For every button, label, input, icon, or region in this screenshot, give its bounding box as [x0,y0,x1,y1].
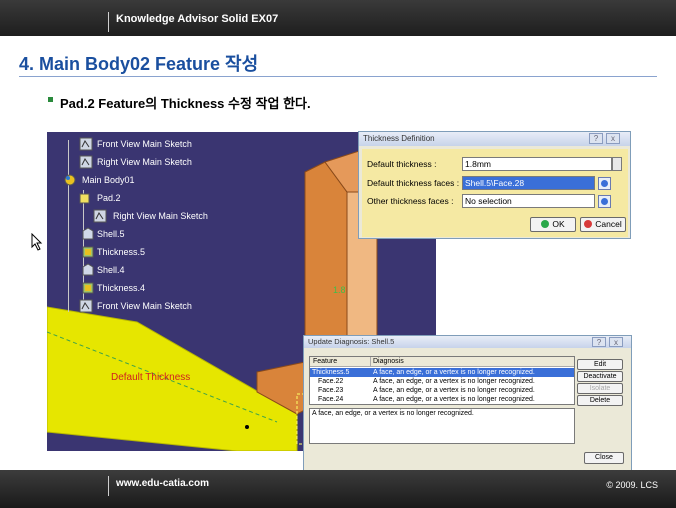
dimension-label: 1.8 [333,285,346,295]
header-bar: Knowledge Advisor Solid EX07 [0,0,676,36]
bullet-text: Pad.2 Feature의 Thickness 수정 작업 한다. [60,96,311,111]
close-dialog-button[interactable]: Close [584,452,624,464]
dialog-titlebar[interactable]: Thickness Definition ? x [359,132,630,146]
close-button[interactable]: x [609,337,623,347]
app-title: Knowledge Advisor Solid EX07 [116,13,279,25]
help-button[interactable]: ? [589,133,603,144]
other-faces-field[interactable]: No selection [462,194,595,208]
dialog-title: Update Diagnosis: Shell.5 [308,337,395,346]
copyright-text: © 2009. LCS [606,480,658,490]
column-header-feature[interactable]: Feature [313,358,337,365]
ok-icon [541,220,550,228]
face-picker-icon[interactable] [598,177,611,190]
sketch-icon [79,137,93,151]
other-faces-label: Other thickness faces : [367,196,454,206]
bullet-square-icon [48,97,53,102]
table-row[interactable]: Face.22 A face, an edge, or a vertex is … [310,377,574,386]
tree-item-label: Front View Main Sketch [97,301,192,311]
tree-item-label: Thickness.5 [97,247,146,257]
thickness-icon [82,246,94,258]
thickness-definition-dialog[interactable]: Thickness Definition ? x Default thickne… [358,131,631,239]
sketch-icon [79,155,93,169]
tree-item-label: Pad.2 [97,193,121,203]
isolate-button: Isolate [577,383,623,394]
dialog-body: Default thickness : 1.8mm Default thickn… [362,149,628,237]
column-divider [370,357,371,367]
footer-divider [108,476,109,496]
header-divider [108,12,109,32]
tree-item-label: Right View Main Sketch [113,211,208,221]
row-feature: Face.23 [318,387,344,394]
diagnosis-list[interactable]: Feature Diagnosis Thickness.5 A face, an… [309,356,575,405]
tree-item-label: Thickness.4 [97,283,146,293]
body-icon [64,174,76,186]
tree-item-label: Main Body01 [82,175,135,185]
face-picker-icon[interactable] [598,195,611,208]
cancel-icon [584,220,593,228]
list-header: Feature Diagnosis [310,357,574,367]
default-thickness-annotation: Default Thickness [111,372,191,383]
table-row[interactable]: Thickness.5 A face, an edge, or a vertex… [310,368,574,377]
ok-button[interactable]: OK [530,217,576,232]
tree-item-label: Shell.5 [97,229,125,239]
row-feature: Face.22 [318,378,344,385]
row-feature: Face.24 [318,396,344,403]
default-thickness-label: Default thickness : [367,159,437,169]
sketch-icon [93,209,107,223]
shell-icon [82,263,94,276]
sketch-icon [79,299,93,313]
dialog-titlebar[interactable]: Update Diagnosis: Shell.5 ? x [304,336,631,348]
tree-item-label: Shell.4 [97,265,125,275]
delete-button[interactable]: Delete [577,395,623,406]
column-header-diagnosis[interactable]: Diagnosis [373,358,404,365]
table-row[interactable]: Face.24 A face, an edge, or a vertex is … [310,395,574,404]
deactivate-button[interactable]: Deactivate [577,371,623,382]
default-faces-field[interactable]: Shell.5\Face.28 [462,176,595,190]
tree-item-label: Right View Main Sketch [97,157,192,167]
row-diagnosis: A face, an edge, or a vertex is no longe… [373,378,535,385]
ok-label: OK [552,219,565,229]
cancel-label: Cancel [595,219,622,229]
thickness-icon [82,282,94,294]
title-divider [19,76,657,77]
footer-bar: www.edu-catia.com © 2009. LCS [0,470,676,508]
shell-icon [82,227,94,240]
table-row[interactable]: Face.23 A face, an edge, or a vertex is … [310,386,574,395]
dialog-title: Thickness Definition [363,134,435,143]
cancel-button[interactable]: Cancel [580,217,626,232]
diagnosis-message: A face, an edge, or a vertex is no longe… [309,408,575,444]
row-diagnosis: A face, an edge, or a vertex is no longe… [373,387,535,394]
thickness-spinner[interactable] [612,157,622,171]
row-diagnosis: A face, an edge, or a vertex is no longe… [373,396,535,403]
mouse-cursor-icon [31,233,43,251]
help-button[interactable]: ? [592,337,606,347]
close-button[interactable]: x [606,133,620,144]
default-faces-label: Default thickness faces : [367,178,460,188]
row-feature: Thickness.5 [312,369,350,376]
pad-icon [79,193,90,204]
vertex-dot [245,425,249,429]
default-thickness-input[interactable]: 1.8mm [462,157,612,171]
tree-connector [68,140,69,312]
slide-title: 4. Main Body02 Feature 작성 [19,54,259,74]
update-diagnosis-dialog[interactable]: Update Diagnosis: Shell.5 ? x Feature Di… [303,335,632,471]
tree-item-label: Front View Main Sketch [97,139,192,149]
row-diagnosis: A face, an edge, or a vertex is no longe… [373,369,535,376]
edit-button[interactable]: Edit [577,359,623,370]
website-link[interactable]: www.edu-catia.com [116,478,209,489]
